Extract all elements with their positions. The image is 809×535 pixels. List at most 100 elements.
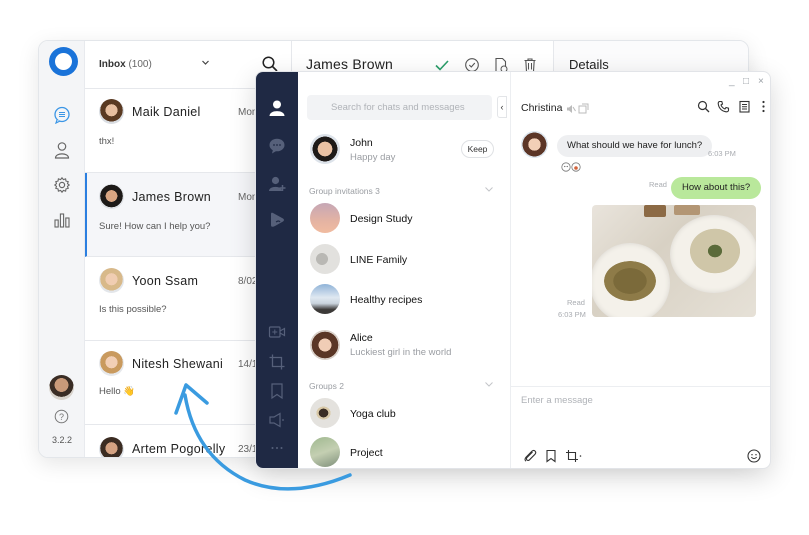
message-input[interactable] bbox=[521, 395, 761, 406]
group-invitation-item[interactable]: Design Study bbox=[310, 203, 500, 239]
avatar bbox=[310, 134, 340, 164]
contact-name: James Brown bbox=[132, 190, 212, 204]
glass-image bbox=[674, 205, 700, 215]
glass-image bbox=[644, 205, 666, 217]
chevron-down-icon[interactable] bbox=[201, 58, 210, 69]
more-icon[interactable] bbox=[267, 438, 287, 458]
phone-icon[interactable] bbox=[717, 100, 731, 114]
more-vertical-icon[interactable] bbox=[757, 100, 770, 114]
group-avatar bbox=[310, 203, 340, 233]
external-window-icon[interactable] bbox=[578, 101, 592, 115]
svg-text:?: ? bbox=[59, 412, 64, 422]
message-snippet: Sure! How can I help you? bbox=[99, 221, 211, 232]
reaction-stickers-icon[interactable] bbox=[561, 159, 583, 172]
friend-status: Luckiest girl in the world bbox=[350, 347, 452, 358]
message-composer bbox=[511, 386, 770, 468]
announcement-icon[interactable] bbox=[267, 410, 287, 430]
group-invitations-header[interactable]: Group invitations 3 bbox=[309, 186, 380, 196]
contact-avatar[interactable] bbox=[521, 131, 548, 158]
contact-name: Artem Pogorelly bbox=[132, 442, 226, 456]
avatar bbox=[99, 99, 124, 124]
bar-chart-icon[interactable] bbox=[51, 209, 73, 231]
chat-title: James Brown bbox=[306, 56, 394, 72]
line-nav-bar bbox=[256, 72, 298, 468]
add-friend-icon[interactable] bbox=[267, 174, 287, 194]
inbox-dropdown[interactable]: Inbox (100) bbox=[99, 59, 152, 70]
avatar bbox=[99, 184, 124, 209]
maximize-button[interactable]: □ bbox=[743, 76, 749, 87]
line-app-window: ‹ John Happy day Keep Group invitations … bbox=[255, 71, 771, 469]
notes-icon[interactable] bbox=[738, 100, 752, 114]
search-icon[interactable] bbox=[697, 100, 711, 114]
emoji-icon[interactable] bbox=[747, 449, 761, 463]
group-invitation-item[interactable]: Alice Luckiest girl in the world bbox=[310, 330, 500, 366]
group-avatar bbox=[310, 398, 340, 428]
inbox-count: (100) bbox=[128, 59, 152, 70]
group-name: LINE Family bbox=[350, 254, 408, 266]
group-item[interactable]: Project bbox=[310, 437, 500, 468]
user-avatar[interactable] bbox=[49, 375, 74, 400]
incoming-message: What should we have for lunch? bbox=[557, 135, 713, 157]
chevron-down-icon[interactable] bbox=[484, 380, 494, 390]
group-invitation-item[interactable]: Healthy recipes bbox=[310, 284, 500, 320]
pasta-image bbox=[604, 261, 656, 301]
user-icon[interactable] bbox=[51, 139, 73, 161]
avatar bbox=[99, 268, 124, 293]
bookmark-icon[interactable] bbox=[544, 449, 558, 463]
contact-name: Yoon Ssam bbox=[132, 274, 199, 288]
screenshot-icon[interactable] bbox=[565, 449, 583, 463]
bookmark-icon[interactable] bbox=[267, 381, 287, 401]
app-logo[interactable] bbox=[49, 47, 78, 76]
gear-icon[interactable] bbox=[51, 174, 73, 196]
food-photo-message[interactable] bbox=[592, 205, 756, 317]
chevron-down-icon[interactable] bbox=[484, 185, 494, 195]
group-invitation-item[interactable]: LINE Family bbox=[310, 244, 500, 280]
conversation-panel: _ □ × Christina What should we have for … bbox=[510, 72, 770, 468]
message-time: 6:03 PM bbox=[558, 310, 586, 319]
message-time: 6:03 PM bbox=[708, 149, 736, 158]
message-snippet: Is this possible? bbox=[99, 304, 167, 315]
keep-button[interactable]: Keep bbox=[461, 140, 494, 158]
avatar bbox=[99, 437, 124, 457]
minimize-button[interactable]: _ bbox=[729, 76, 735, 87]
friends-icon[interactable] bbox=[267, 98, 287, 118]
conversation-contact-name: Christina bbox=[521, 102, 563, 114]
contact-name: Nitesh Shewani bbox=[132, 357, 224, 371]
attachment-icon[interactable] bbox=[523, 449, 537, 463]
group-avatar bbox=[310, 244, 340, 274]
read-receipt: Read bbox=[649, 180, 667, 189]
inbox-title: Inbox bbox=[99, 59, 126, 70]
group-avatar bbox=[310, 284, 340, 314]
details-title: Details bbox=[569, 57, 609, 72]
groups-header[interactable]: Groups 2 bbox=[309, 381, 344, 391]
avatar bbox=[310, 330, 340, 360]
read-receipt: Read bbox=[567, 298, 585, 307]
search-input[interactable] bbox=[307, 95, 492, 120]
outgoing-message: How about this? bbox=[671, 177, 762, 199]
group-name: Yoga club bbox=[350, 408, 396, 420]
crop-icon[interactable] bbox=[267, 352, 287, 372]
friend-name: John bbox=[350, 137, 373, 149]
collapse-sidebar-button[interactable]: ‹ bbox=[497, 96, 507, 118]
openchat-icon[interactable] bbox=[267, 210, 287, 230]
contact-name: Maik Daniel bbox=[132, 105, 201, 119]
close-button[interactable]: × bbox=[758, 76, 764, 87]
group-name: Design Study bbox=[350, 213, 413, 225]
friend-name: Alice bbox=[350, 332, 373, 344]
message-snippet: Hello 👋 bbox=[99, 386, 136, 397]
message-snippet: thx! bbox=[99, 136, 115, 147]
avatar bbox=[99, 351, 124, 376]
group-name: Project bbox=[350, 447, 383, 459]
friend-status: Happy day bbox=[350, 152, 396, 163]
chat-icon[interactable] bbox=[51, 104, 73, 126]
chat-list-panel: ‹ John Happy day Keep Group invitations … bbox=[298, 72, 510, 468]
risotto-image bbox=[688, 227, 742, 275]
app-rail: ? 3.2.2 bbox=[39, 41, 85, 457]
help-icon[interactable]: ? bbox=[54, 409, 69, 424]
group-item[interactable]: Yoga club bbox=[310, 398, 500, 434]
video-call-icon[interactable] bbox=[267, 322, 287, 342]
chats-icon[interactable] bbox=[267, 136, 287, 156]
group-name: Healthy recipes bbox=[350, 294, 423, 306]
version-label: 3.2.2 bbox=[51, 435, 73, 445]
group-avatar bbox=[310, 437, 340, 467]
